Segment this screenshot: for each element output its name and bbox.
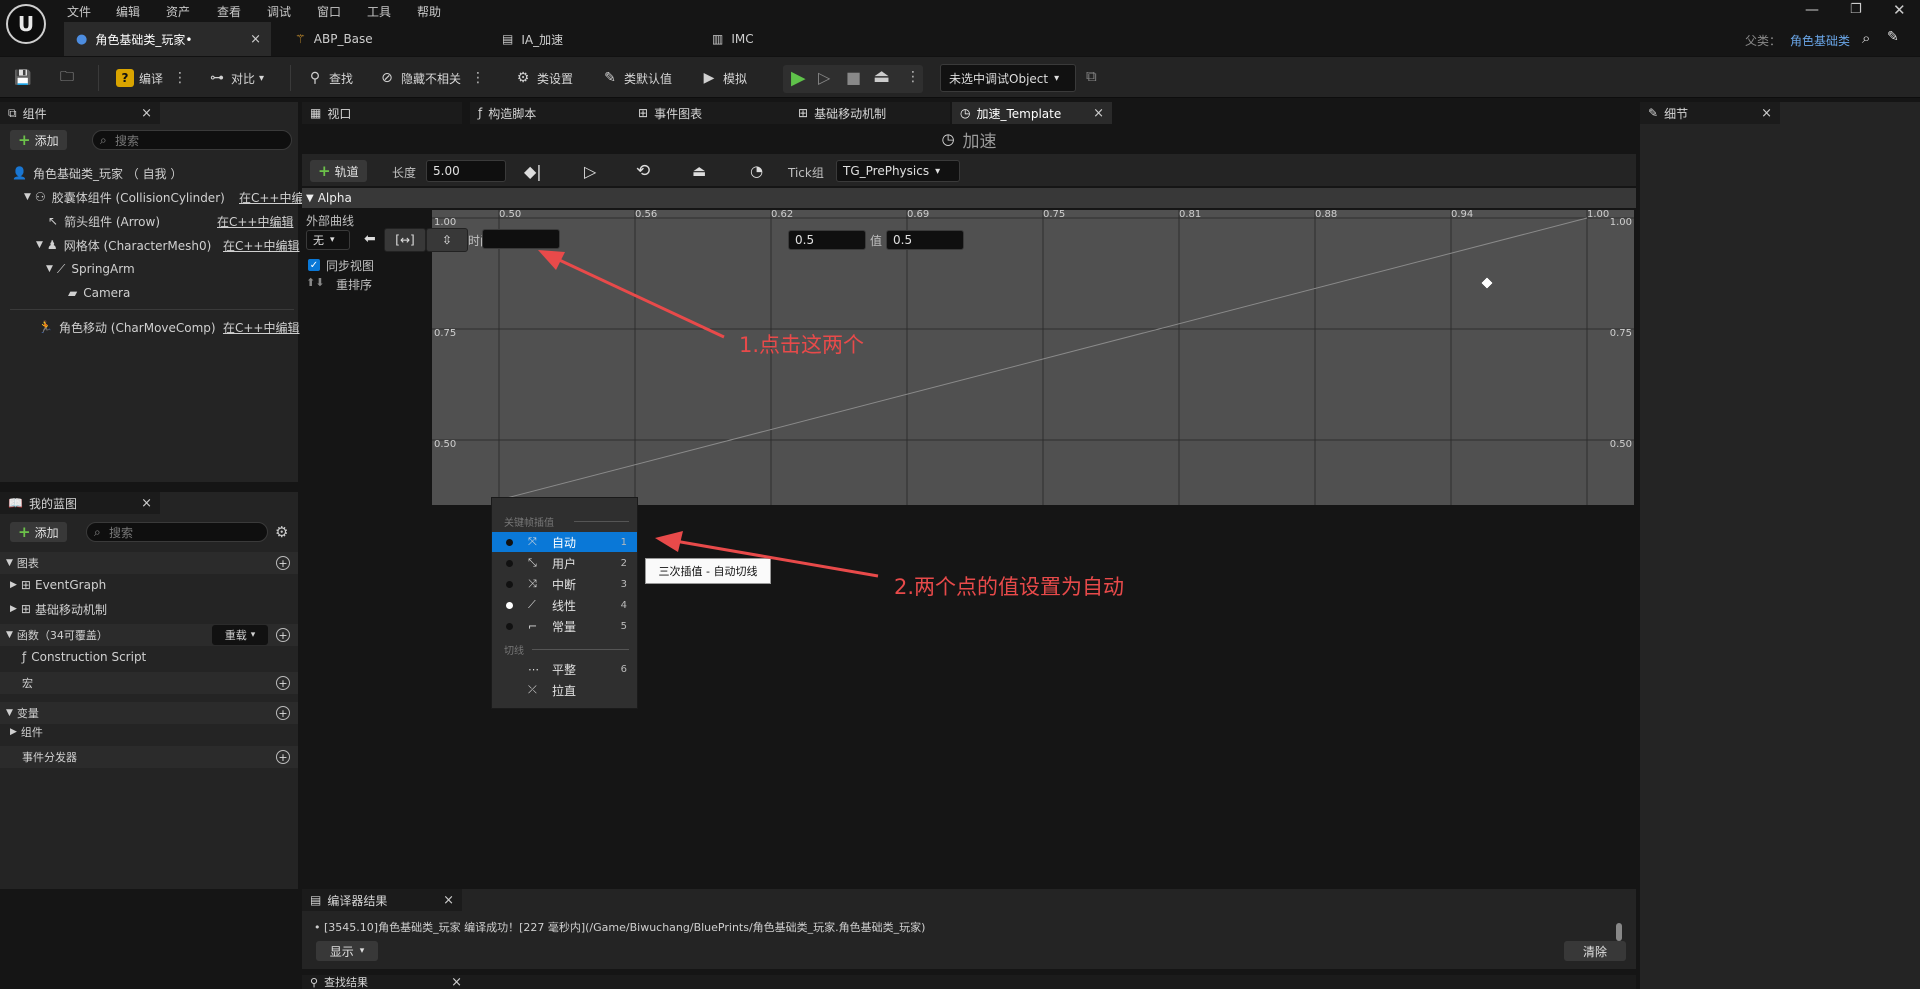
binoculars-icon: ⚲ bbox=[310, 975, 319, 989]
annotation-text-1: 1.点击这两个 bbox=[739, 333, 865, 357]
unreal-logo-icon[interactable]: U bbox=[6, 4, 46, 44]
compiler-log-line: • [3545.10]角色基础类_玩家 编译成功！[227 毫秒内](/Game… bbox=[314, 921, 926, 934]
clear-button[interactable]: 清除 bbox=[1564, 941, 1626, 961]
annotation-arrows bbox=[538, 250, 879, 578]
compiler-results-tab[interactable]: ▤ 编译器结果 × bbox=[302, 889, 462, 911]
chevron-down-icon: ▾ bbox=[359, 946, 365, 956]
show-dropdown[interactable]: 显示 ▾ bbox=[316, 941, 378, 961]
details-panel: ✎ 细节 × bbox=[1640, 102, 1920, 989]
arrowhead-2 bbox=[655, 531, 683, 552]
close-icon[interactable]: × bbox=[451, 975, 470, 989]
arrowhead-1 bbox=[538, 250, 565, 270]
details-icon: ✎ bbox=[1648, 106, 1659, 120]
annotation-arrow-2 bbox=[674, 539, 879, 578]
annotation-text-2: 2.两个点的值设置为自动 bbox=[894, 575, 1125, 599]
find-results-tab[interactable]: ⚲ 查找结果 × bbox=[302, 975, 470, 989]
close-icon[interactable]: × bbox=[1761, 106, 1772, 121]
annotation-arrow-1 bbox=[554, 256, 725, 339]
close-icon[interactable]: × bbox=[443, 893, 454, 908]
compiler-results-panel: ▤ 编译器结果 × • [3545.10]角色基础类_玩家 编译成功！[227 … bbox=[302, 889, 1636, 969]
details-tab[interactable]: ✎ 细节 × bbox=[1640, 102, 1780, 124]
log-scrollbar[interactable] bbox=[1616, 923, 1622, 941]
find-results-panel: ⚲ 查找结果 × bbox=[302, 975, 1636, 989]
compiler-icon: ▤ bbox=[310, 893, 322, 907]
